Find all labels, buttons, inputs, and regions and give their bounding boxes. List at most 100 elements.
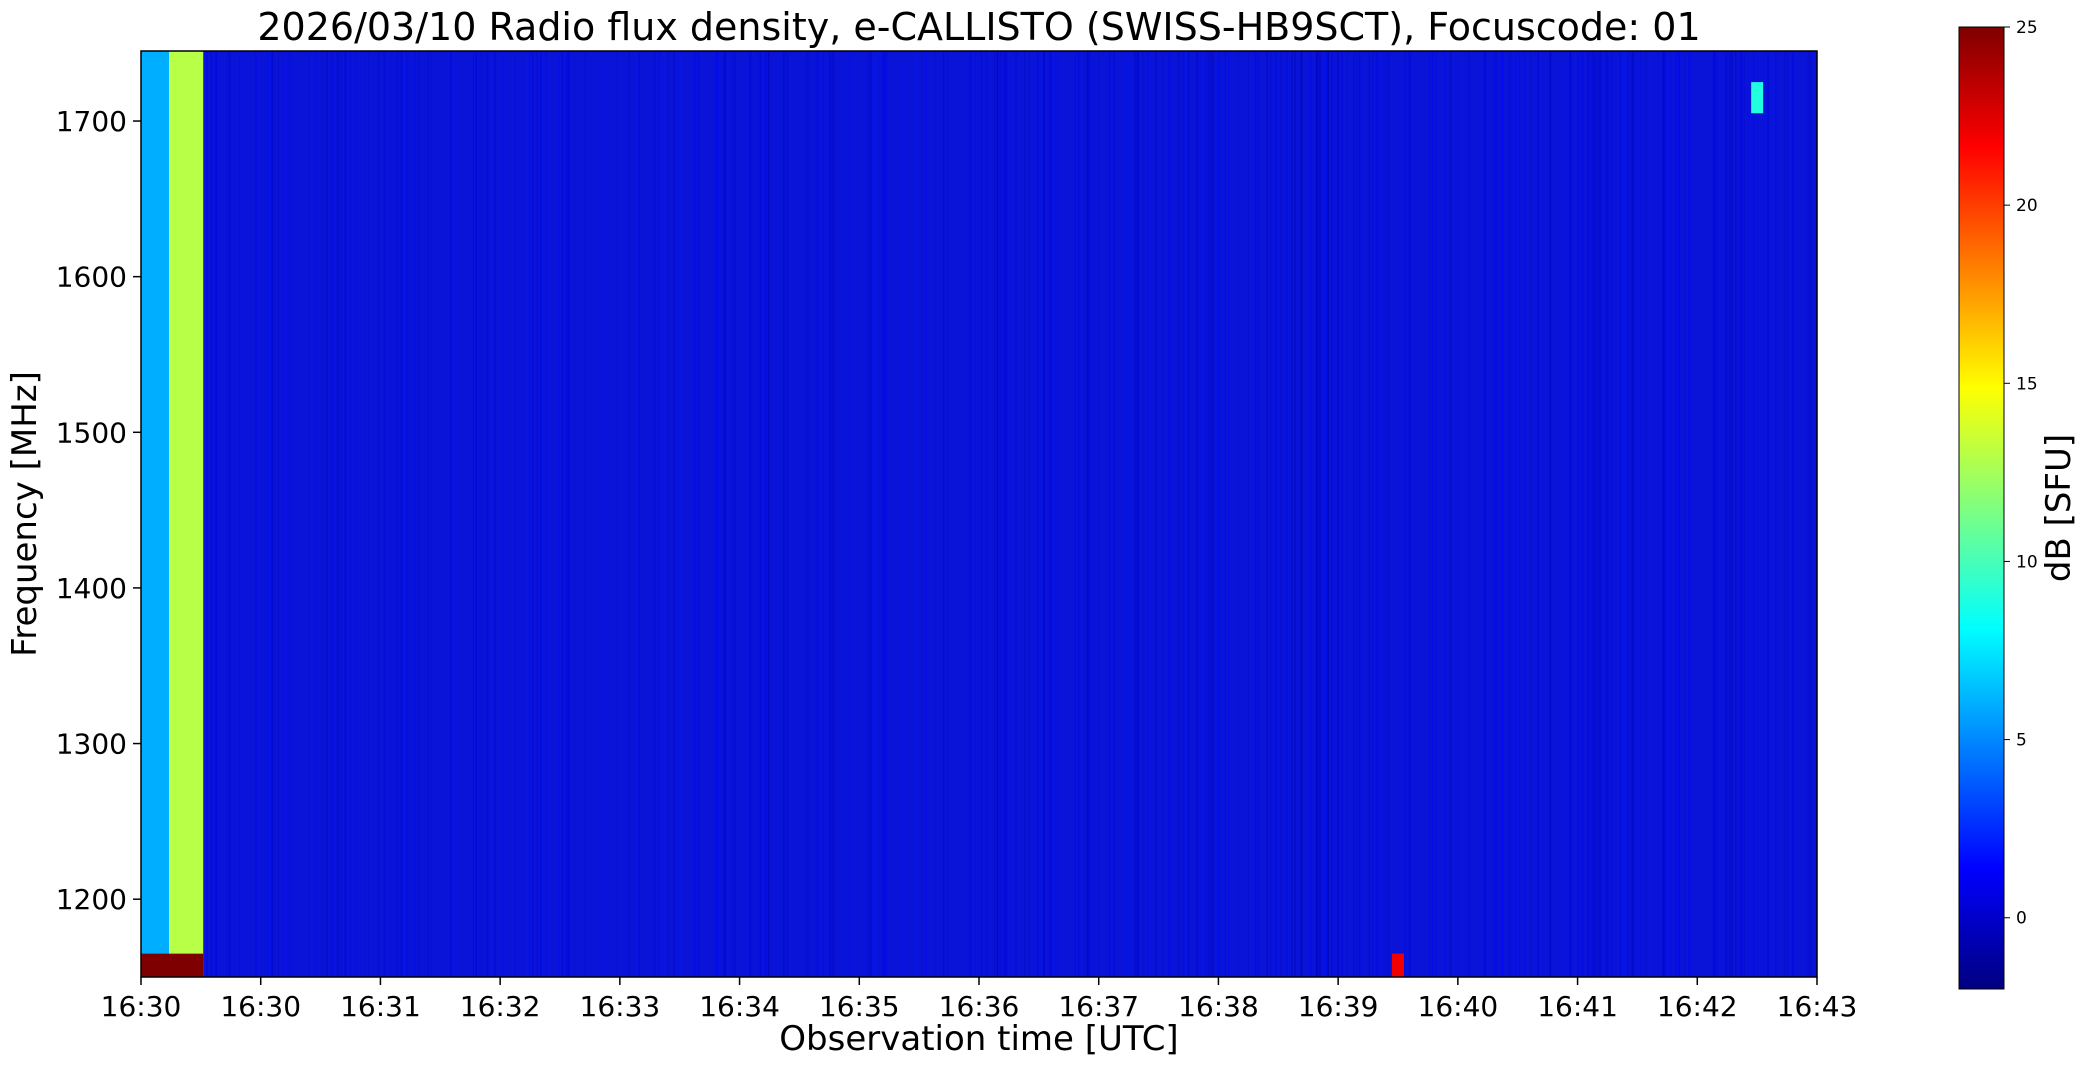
noise-streak bbox=[377, 51, 380, 977]
noise-streak bbox=[1518, 51, 1520, 977]
x-tick-label: 16:41 bbox=[1537, 990, 1618, 1023]
plot-area bbox=[141, 51, 1817, 977]
noise-streak bbox=[1213, 51, 1215, 977]
noise-streak bbox=[808, 51, 810, 977]
noise-streak bbox=[999, 51, 1002, 977]
noise-streak bbox=[1508, 51, 1510, 977]
noise-streak bbox=[732, 51, 734, 977]
noise-streak bbox=[545, 51, 547, 977]
noise-streak bbox=[1772, 51, 1774, 977]
noise-streak bbox=[365, 51, 366, 977]
noise-streak bbox=[383, 51, 386, 977]
noise-streak bbox=[1623, 51, 1626, 977]
noise-streak bbox=[995, 51, 998, 977]
colorbar bbox=[1958, 26, 2005, 990]
noise-streak bbox=[1753, 51, 1755, 977]
noise-streak bbox=[1197, 51, 1199, 977]
noise-streak bbox=[396, 51, 399, 977]
noise-streak bbox=[1539, 51, 1541, 977]
noise-streak bbox=[832, 51, 834, 977]
noise-streak bbox=[1530, 51, 1531, 977]
noise-streak bbox=[692, 51, 695, 977]
noise-streak bbox=[694, 51, 697, 977]
noise-streak bbox=[1052, 51, 1055, 977]
noise-streak bbox=[566, 51, 568, 977]
noise-streak bbox=[339, 51, 341, 977]
noise-streak bbox=[883, 51, 885, 977]
noise-streak bbox=[278, 51, 279, 977]
noise-streak bbox=[1291, 51, 1293, 977]
x-tick-label: 16:40 bbox=[1418, 990, 1499, 1023]
y-tick-label: 1700 bbox=[56, 105, 127, 138]
noise-streak bbox=[638, 51, 640, 977]
noise-streak bbox=[1710, 51, 1713, 977]
noise-streak bbox=[943, 51, 945, 977]
x-tick-label: 16:39 bbox=[1298, 990, 1379, 1023]
calibration-column bbox=[141, 953, 204, 977]
noise-streak bbox=[1713, 51, 1716, 977]
noise-streak bbox=[568, 51, 570, 977]
noise-streak bbox=[977, 51, 979, 977]
noise-streak bbox=[1182, 51, 1185, 977]
noise-streak bbox=[368, 51, 369, 977]
burst-event bbox=[1392, 953, 1404, 977]
noise-streak bbox=[290, 51, 292, 977]
noise-streak bbox=[486, 51, 489, 977]
noise-streak bbox=[1023, 51, 1026, 977]
noise-streak bbox=[1266, 51, 1268, 977]
noise-streak bbox=[1113, 51, 1115, 977]
noise-streak bbox=[679, 51, 682, 977]
noise-streak bbox=[414, 51, 416, 977]
noise-streak bbox=[817, 51, 819, 977]
noise-streak bbox=[1549, 51, 1551, 977]
noise-streak bbox=[875, 51, 877, 977]
noise-streak bbox=[405, 51, 408, 977]
noise-streak bbox=[902, 51, 904, 977]
noise-streak bbox=[1275, 51, 1277, 977]
noise-streak bbox=[1293, 51, 1296, 977]
noise-streak bbox=[341, 51, 343, 977]
noise-streak bbox=[322, 51, 324, 977]
noise-streak bbox=[1635, 51, 1637, 977]
noise-streak bbox=[468, 51, 470, 977]
noise-streak bbox=[1649, 51, 1651, 977]
noise-streak bbox=[1089, 51, 1091, 977]
x-tick-label: 16:42 bbox=[1657, 990, 1738, 1023]
noise-streak bbox=[1239, 51, 1241, 977]
x-axis-label: Observation time [UTC] bbox=[779, 1019, 1178, 1059]
noise-streak bbox=[1015, 51, 1017, 977]
noise-streak bbox=[1501, 51, 1504, 977]
noise-streak bbox=[698, 51, 700, 977]
noise-streak bbox=[1431, 51, 1434, 977]
noise-streak bbox=[985, 51, 988, 977]
noise-streak bbox=[1537, 51, 1539, 977]
noise-streak bbox=[1596, 51, 1598, 977]
noise-streak bbox=[531, 51, 534, 977]
noise-streak bbox=[934, 51, 936, 977]
noise-streak bbox=[829, 51, 831, 977]
noise-streak bbox=[1368, 51, 1370, 977]
x-tick-label: 16:38 bbox=[1178, 990, 1259, 1023]
noise-streak bbox=[1300, 51, 1303, 977]
noise-streak bbox=[485, 51, 487, 977]
noise-streak bbox=[1257, 51, 1259, 977]
noise-streak bbox=[1468, 51, 1471, 977]
noise-streak bbox=[1211, 51, 1213, 977]
colorbar-tick-label: 15 bbox=[2016, 374, 2038, 394]
noise-streak bbox=[1133, 51, 1136, 977]
y-axis-ticks: 1200 1300 1400 1500 1600 1700 bbox=[56, 105, 141, 916]
noise-streak bbox=[1155, 51, 1157, 977]
noise-streak bbox=[1669, 51, 1672, 977]
noise-streak bbox=[1645, 51, 1647, 977]
noise-streak bbox=[868, 51, 870, 977]
x-tick-label: 16:43 bbox=[1777, 990, 1858, 1023]
noise-streak bbox=[1570, 51, 1571, 977]
noise-streak bbox=[783, 51, 784, 977]
noise-streak bbox=[1489, 51, 1491, 977]
colorbar-ticks: 0 5 10 15 20 25 bbox=[2004, 18, 2038, 929]
noise-streak bbox=[1200, 51, 1203, 977]
noise-streak bbox=[315, 51, 318, 977]
noise-streak bbox=[1162, 51, 1164, 977]
noise-streak bbox=[239, 51, 241, 977]
noise-streak bbox=[227, 51, 228, 977]
